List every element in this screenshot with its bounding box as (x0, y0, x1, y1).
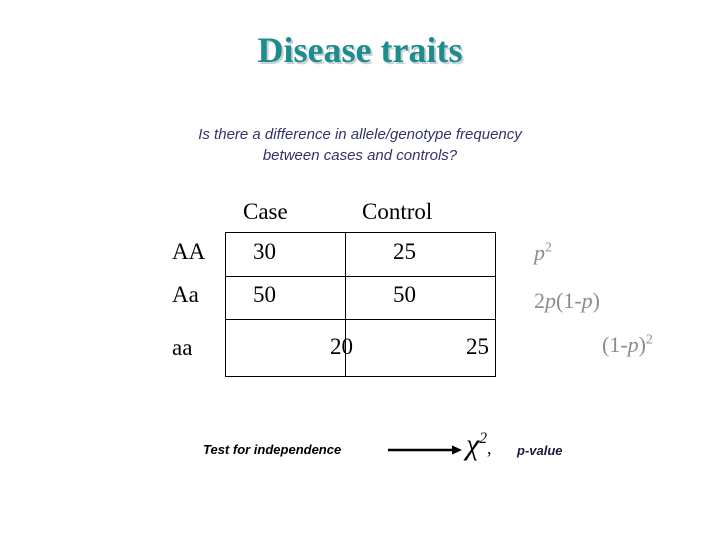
row-header-Aa: Aa (172, 282, 199, 307)
chi-symbol: χ (466, 428, 480, 461)
test-for-independence-label: Test for independence (203, 442, 342, 457)
row-header-AA: AA (172, 239, 206, 264)
contingency-table: Case Control AA Aa aa 30 25 50 50 20 25 (0, 0, 720, 540)
statistic-separator: , (487, 438, 492, 458)
p-value-label: p-value (517, 443, 563, 458)
table-row-divider-2 (226, 319, 495, 320)
hwe-formula-Aa: 2p(1-p) (534, 288, 600, 313)
row-header-aa: aa (172, 335, 193, 360)
chi-square-statistic: χ2, (466, 428, 492, 465)
column-header-control: Control (362, 199, 433, 224)
hwe-formula-aa: (1-p)2 (602, 331, 653, 357)
table-cell-AA-control: 25 (393, 239, 416, 264)
table-row-divider-1 (226, 276, 495, 277)
column-header-case: Case (243, 199, 288, 224)
table-cell-Aa-control: 50 (393, 282, 416, 307)
table-cell-Aa-case: 50 (253, 282, 276, 307)
table-cell-aa-control: 25 (466, 334, 489, 359)
table-cell-aa-case: 20 (330, 334, 353, 359)
table-cell-AA-case: 30 (253, 239, 276, 264)
chi-exponent: 2 (479, 430, 487, 447)
hwe-formula-AA: p2 (534, 239, 552, 265)
right-arrow-icon (388, 445, 462, 455)
